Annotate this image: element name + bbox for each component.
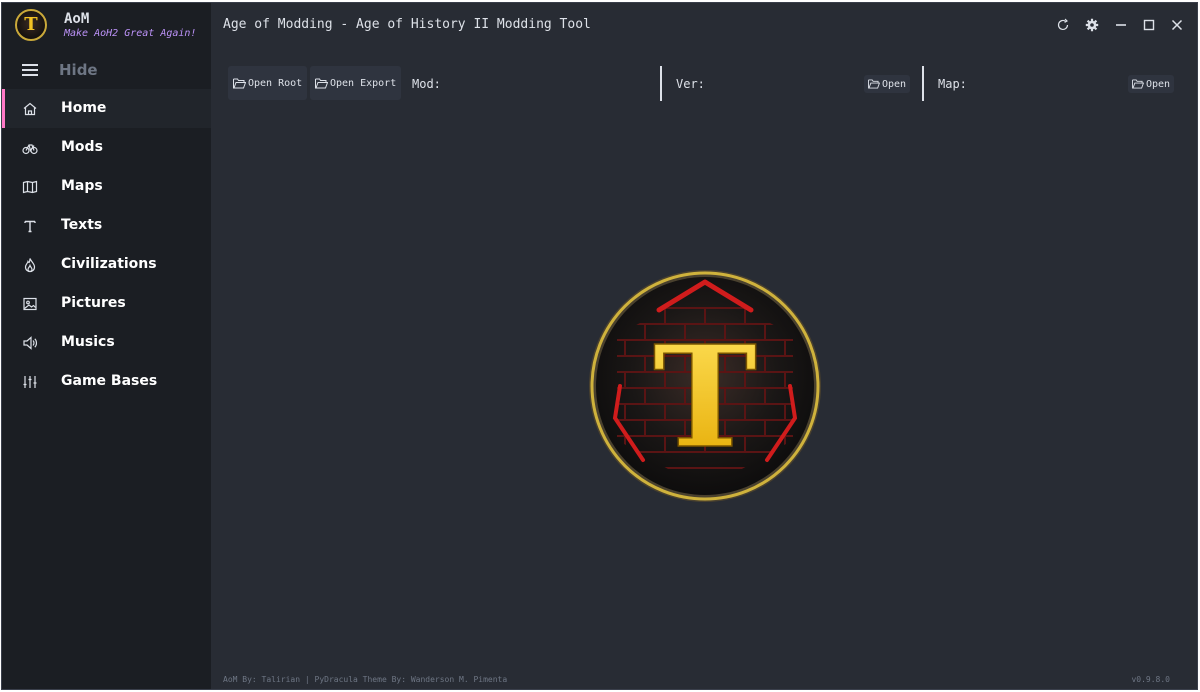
- open-root-button[interactable]: Open Root: [228, 66, 308, 100]
- ver-open-label: Open: [882, 78, 907, 90]
- toolbar: Open Root Open Export Mod: Ver: Open Map…: [211, 63, 1197, 105]
- sidebar: T AoM Make AoH2 Great Again! Hide Home M…: [2, 3, 211, 689]
- image-icon: [22, 296, 38, 312]
- close-icon: [1171, 19, 1183, 31]
- sidebar-toggle-label: Hide: [59, 61, 98, 79]
- sidebar-item-civilizations[interactable]: Civilizations: [2, 245, 211, 284]
- title-bar: Age of Modding - Age of History II Moddi…: [211, 3, 1197, 47]
- sidebar-item-home[interactable]: Home: [2, 89, 211, 128]
- map-open-label: Open: [1146, 78, 1171, 90]
- map-open-button[interactable]: Open: [1128, 75, 1175, 93]
- ver-open-button[interactable]: Open: [864, 75, 911, 93]
- emblem-letter: T: [653, 316, 757, 480]
- credits-text: AoM By: Talirian | PyDracula Theme By: W…: [223, 675, 508, 684]
- sidebar-toggle-button[interactable]: Hide: [2, 51, 211, 89]
- flame-icon: [22, 257, 38, 273]
- maximize-icon: [1143, 19, 1155, 31]
- home-icon: [22, 101, 38, 117]
- hamburger-icon: [22, 64, 38, 76]
- sidebar-item-label: Game Bases: [61, 373, 158, 389]
- minimize-button[interactable]: [1112, 16, 1130, 34]
- version-text: v0.9.8.0: [1131, 675, 1170, 684]
- brand: T AoM Make AoH2 Great Again!: [2, 3, 211, 47]
- sidebar-item-label: Pictures: [61, 295, 126, 311]
- folder-icon: [233, 78, 246, 88]
- app-name: AoM: [64, 11, 90, 27]
- window-title: Age of Modding - Age of History II Moddi…: [223, 17, 591, 32]
- open-root-label: Open Root: [248, 77, 303, 89]
- ver-label: Ver:: [676, 77, 705, 91]
- folder-icon: [1132, 79, 1144, 89]
- map-icon: [22, 179, 38, 195]
- sidebar-item-label: Texts: [61, 217, 103, 233]
- gear-icon: [1085, 18, 1099, 32]
- app-emblem: T: [585, 268, 825, 508]
- mod-label: Mod:: [412, 77, 441, 91]
- maximize-button[interactable]: [1140, 16, 1158, 34]
- separator: [660, 66, 662, 101]
- speaker-icon: [22, 335, 38, 351]
- close-button[interactable]: [1168, 16, 1186, 34]
- open-export-button[interactable]: Open Export: [310, 66, 402, 100]
- sidebar-item-maps[interactable]: Maps: [2, 167, 211, 206]
- separator: [922, 66, 924, 101]
- sidebar-item-mods[interactable]: Mods: [2, 128, 211, 167]
- sidebar-item-label: Maps: [61, 178, 103, 194]
- folder-icon: [868, 79, 880, 89]
- folder-icon: [315, 78, 328, 88]
- open-export-label: Open Export: [330, 77, 397, 89]
- sidebar-item-label: Musics: [61, 334, 115, 350]
- map-label: Map:: [938, 77, 967, 91]
- sidebar-item-label: Mods: [61, 139, 103, 155]
- sliders-icon: [22, 374, 38, 390]
- sidebar-item-game-bases[interactable]: Game Bases: [2, 362, 211, 401]
- app-window: T AoM Make AoH2 Great Again! Hide Home M…: [1, 2, 1198, 690]
- refresh-icon: [1057, 18, 1069, 31]
- refresh-button[interactable]: [1054, 16, 1072, 34]
- sidebar-item-musics[interactable]: Musics: [2, 323, 211, 362]
- app-logo-letter: T: [24, 14, 38, 35]
- bicycle-icon: [22, 140, 38, 156]
- sidebar-item-label: Home: [61, 100, 107, 116]
- settings-button[interactable]: [1083, 16, 1101, 34]
- minimize-icon: [1116, 24, 1126, 26]
- status-bar: AoM By: Talirian | PyDracula Theme By: W…: [211, 670, 1197, 689]
- app-logo: T: [15, 9, 47, 41]
- text-icon: [22, 218, 38, 234]
- sidebar-menu: Home Mods Maps Texts Civilizations Pictu…: [2, 89, 211, 401]
- sidebar-item-pictures[interactable]: Pictures: [2, 284, 211, 323]
- sidebar-item-texts[interactable]: Texts: [2, 206, 211, 245]
- sidebar-item-label: Civilizations: [61, 256, 157, 272]
- app-tagline: Make AoH2 Great Again!: [64, 28, 197, 39]
